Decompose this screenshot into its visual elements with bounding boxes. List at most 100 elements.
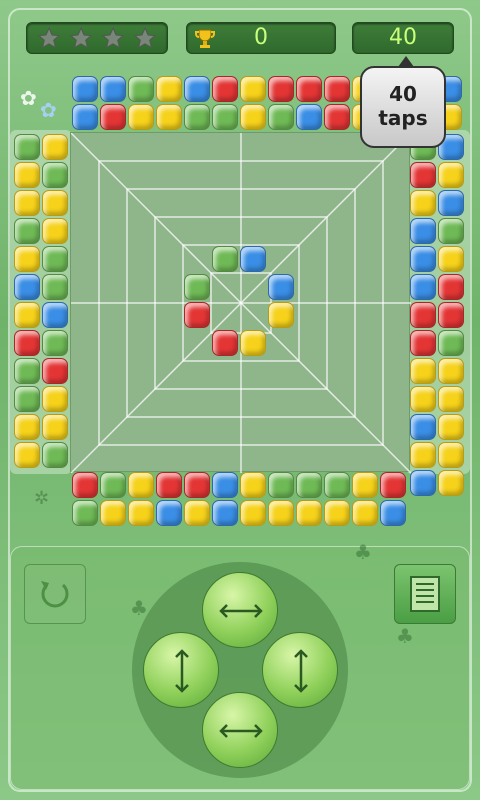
clover-decoration: ♣	[354, 540, 372, 564]
star-icon	[37, 26, 61, 49]
gem-tile	[296, 76, 322, 102]
horizontal-arrow-icon	[219, 724, 263, 738]
gem-tile	[296, 500, 322, 526]
gem-tile	[438, 162, 464, 188]
gem-tile	[410, 218, 436, 244]
gem-tile	[72, 104, 98, 130]
gem-tile	[14, 134, 40, 160]
gem-tile	[212, 104, 238, 130]
gem-tile	[410, 162, 436, 188]
gem-tile	[324, 500, 350, 526]
star-rating	[26, 22, 168, 54]
gem-tile	[438, 358, 464, 384]
levels-list-button[interactable]	[394, 564, 456, 624]
clover-decoration: ♣	[396, 624, 414, 648]
gem-tile	[184, 472, 210, 498]
gem-tile	[128, 104, 154, 130]
moves-bar: 40	[352, 22, 454, 54]
gem-tile	[212, 76, 238, 102]
gem-tile	[100, 472, 126, 498]
gem-tile	[42, 218, 68, 244]
gem-tile	[184, 302, 210, 328]
gem-tile	[72, 472, 98, 498]
gem-tile	[42, 274, 68, 300]
gem-tile	[438, 302, 464, 328]
gem-tile	[324, 472, 350, 498]
gem-tile	[42, 246, 68, 272]
gem-tile	[100, 104, 126, 130]
gem-tile	[156, 104, 182, 130]
gem-tile	[268, 76, 294, 102]
gem-tile	[438, 218, 464, 244]
flower-decoration: ✿	[20, 86, 37, 110]
star-icon	[101, 26, 125, 49]
board-grid-lines	[71, 133, 411, 473]
gem-tile	[184, 76, 210, 102]
undo-button[interactable]	[24, 564, 86, 624]
gem-tile	[324, 104, 350, 130]
gem-tile	[212, 246, 238, 272]
gem-tile	[14, 246, 40, 272]
gem-tile	[380, 500, 406, 526]
gem-tile	[128, 76, 154, 102]
gem-tile	[268, 500, 294, 526]
gem-tile	[14, 190, 40, 216]
gem-tile	[438, 414, 464, 440]
gem-tile	[14, 162, 40, 188]
gem-tile	[42, 134, 68, 160]
beetle-decoration: ✲	[34, 488, 50, 509]
gem-tile	[296, 104, 322, 130]
flower-decoration: ✿	[40, 98, 57, 122]
gem-tile	[410, 442, 436, 468]
gem-tile	[42, 414, 68, 440]
gem-tile	[14, 358, 40, 384]
gem-tile	[212, 472, 238, 498]
gem-tile	[410, 302, 436, 328]
shift-bottom-button[interactable]	[202, 692, 278, 768]
gem-tile	[438, 386, 464, 412]
star-icon	[133, 26, 157, 49]
clover-decoration: ♣	[130, 596, 148, 620]
gem-tile	[240, 104, 266, 130]
gem-tile	[352, 472, 378, 498]
game-board	[70, 132, 411, 473]
gem-tile	[100, 76, 126, 102]
moves-value: 40	[389, 25, 417, 50]
gem-tile	[240, 330, 266, 356]
gem-tile	[380, 472, 406, 498]
gem-tile	[410, 274, 436, 300]
tooltip-label: taps	[378, 106, 428, 130]
gem-tile	[438, 246, 464, 272]
gem-tile	[212, 500, 238, 526]
gem-tile	[72, 76, 98, 102]
gem-tile	[268, 302, 294, 328]
gem-tile	[184, 274, 210, 300]
gem-tile	[42, 442, 68, 468]
taps-tooltip: 40 taps	[360, 56, 446, 148]
gem-tile	[240, 76, 266, 102]
gem-tile	[156, 500, 182, 526]
gem-tile	[268, 274, 294, 300]
gem-tile	[100, 500, 126, 526]
undo-icon	[41, 581, 69, 608]
gem-tile	[438, 190, 464, 216]
gem-tile	[14, 218, 40, 244]
gem-tile	[268, 104, 294, 130]
gem-tile	[42, 358, 68, 384]
gem-tile	[14, 414, 40, 440]
gem-tile	[240, 246, 266, 272]
gem-tile	[14, 330, 40, 356]
gem-tile	[156, 472, 182, 498]
gem-tile	[438, 470, 464, 496]
gem-tile	[14, 302, 40, 328]
gem-tile	[240, 500, 266, 526]
gem-tile	[42, 302, 68, 328]
gem-tile	[212, 330, 238, 356]
gem-tile	[14, 386, 40, 412]
gem-tile	[324, 76, 350, 102]
gem-tile	[410, 190, 436, 216]
gem-tile	[14, 274, 40, 300]
gem-tile	[42, 330, 68, 356]
gem-tile	[438, 442, 464, 468]
gem-tile	[42, 386, 68, 412]
